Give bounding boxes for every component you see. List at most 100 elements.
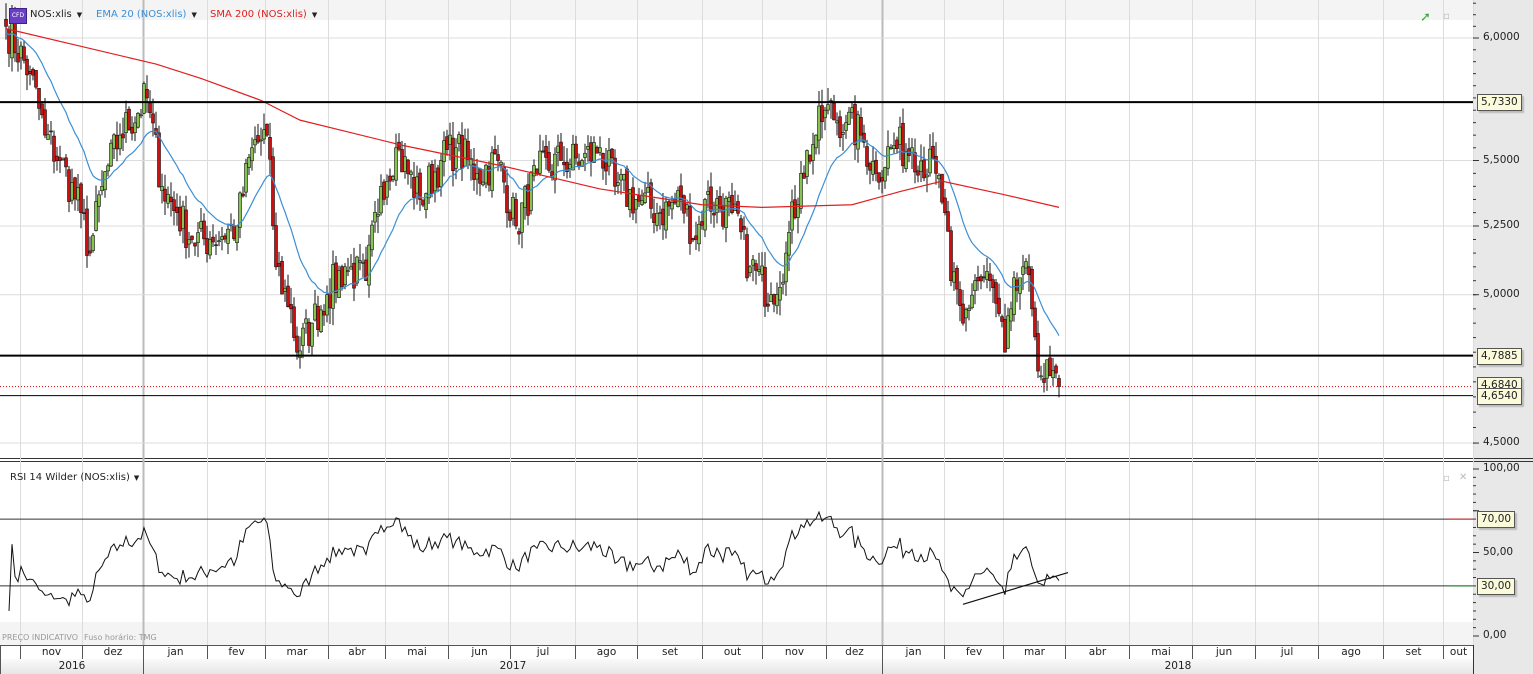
- candle: [217, 231, 221, 247]
- candle-body: [316, 305, 320, 330]
- candle-body: [19, 45, 23, 59]
- candle-body: [757, 268, 761, 272]
- candle-body: [310, 322, 314, 347]
- candle-body: [694, 235, 698, 240]
- candle-body: [850, 107, 854, 113]
- candle-body: [448, 134, 452, 145]
- candle-body: [211, 236, 215, 243]
- month-label: ago: [575, 645, 637, 659]
- candle: [805, 149, 809, 185]
- candle: [676, 186, 680, 208]
- candle-body: [823, 109, 827, 119]
- candle-body: [964, 309, 968, 319]
- price-level-tag: 4,7885: [1477, 347, 1522, 365]
- candle: [331, 250, 335, 326]
- candle-body: [562, 161, 566, 166]
- candle-body: [1051, 370, 1055, 378]
- candle-body: [301, 327, 305, 346]
- month-label: jun: [1192, 645, 1255, 659]
- candle-body: [556, 145, 560, 153]
- candle-body: [292, 306, 296, 338]
- candle-body: [205, 238, 209, 254]
- candle: [814, 134, 818, 155]
- candle: [55, 146, 59, 171]
- candle-body: [1027, 266, 1031, 276]
- candle: [175, 193, 179, 226]
- candle-body: [112, 134, 116, 149]
- candle-body: [877, 172, 881, 183]
- candle-body: [46, 134, 50, 140]
- candle-body: [583, 152, 587, 158]
- candle: [811, 132, 815, 175]
- close-icon[interactable]: ✕: [1459, 472, 1467, 483]
- month-label: nov: [20, 645, 82, 659]
- candle: [274, 212, 278, 270]
- candle: [1042, 363, 1046, 393]
- candle: [733, 190, 737, 212]
- candle-body: [589, 142, 593, 162]
- rsi-trendline: [962, 571, 1069, 605]
- candle-body: [1042, 378, 1046, 383]
- candle: [571, 134, 575, 171]
- candle: [748, 265, 752, 277]
- candle: [271, 147, 275, 230]
- candle-body: [403, 156, 407, 172]
- candle: [418, 168, 422, 211]
- candle: [856, 110, 860, 163]
- candle-body: [268, 137, 272, 160]
- candle-body: [133, 122, 137, 134]
- candle: [859, 107, 863, 143]
- candle-body: [304, 318, 308, 324]
- candle: [607, 138, 611, 176]
- price-tick-label: 5,5000: [1483, 153, 1520, 166]
- candle-body: [901, 123, 905, 167]
- sma-legend[interactable]: SMA 200 (NOS:xlis) ▼: [210, 9, 317, 20]
- candle: [304, 309, 308, 334]
- candle-body: [259, 139, 263, 142]
- candle: [985, 257, 989, 289]
- candle: [388, 168, 392, 191]
- candle-body: [844, 122, 848, 131]
- candle: [742, 216, 746, 240]
- candle: [655, 202, 659, 232]
- candle: [124, 100, 128, 143]
- maximize-icon[interactable]: ▫: [1443, 11, 1450, 22]
- candle-body: [58, 157, 62, 161]
- candle-body: [685, 204, 689, 210]
- candle: [169, 182, 173, 217]
- candle: [541, 140, 545, 154]
- candle-body: [661, 208, 665, 226]
- candle-body: [331, 264, 335, 309]
- candle-body: [982, 276, 986, 279]
- candle-body: [367, 244, 371, 286]
- candle-body: [922, 159, 926, 179]
- candle: [301, 322, 305, 359]
- candle-body: [730, 195, 734, 213]
- candle: [430, 160, 434, 198]
- candle: [562, 146, 566, 177]
- candle: [538, 134, 542, 176]
- candle: [187, 231, 191, 258]
- candle: [679, 173, 683, 211]
- candle-body: [445, 136, 449, 150]
- rsi-oversold-tag: 30,00: [1477, 577, 1516, 595]
- candle-body: [274, 225, 278, 268]
- price-tick-label: 6,0000: [1483, 31, 1520, 43]
- candle: [1054, 363, 1058, 379]
- candle-body: [106, 165, 110, 172]
- candle: [64, 154, 68, 177]
- month-label: ago: [1318, 645, 1383, 659]
- candle: [952, 262, 956, 291]
- chart-type-icon[interactable]: ➚: [1420, 10, 1431, 25]
- price-tick-label: 5,2500: [1483, 219, 1520, 231]
- chart-canvas[interactable]: [0, 0, 1533, 674]
- candle: [250, 137, 254, 171]
- rsi-legend[interactable]: RSI 14 Wilder (NOS:xlis) ▼: [10, 472, 139, 483]
- ema-legend[interactable]: EMA 20 (NOS:xlis) ▼: [96, 9, 197, 20]
- symbol-legend[interactable]: NOS:xlis ▼: [30, 9, 82, 20]
- candle: [919, 144, 923, 182]
- candle: [199, 207, 203, 232]
- month-label: set: [1383, 645, 1443, 659]
- candle-body: [355, 256, 359, 284]
- maximize-icon[interactable]: ▫: [1443, 473, 1450, 484]
